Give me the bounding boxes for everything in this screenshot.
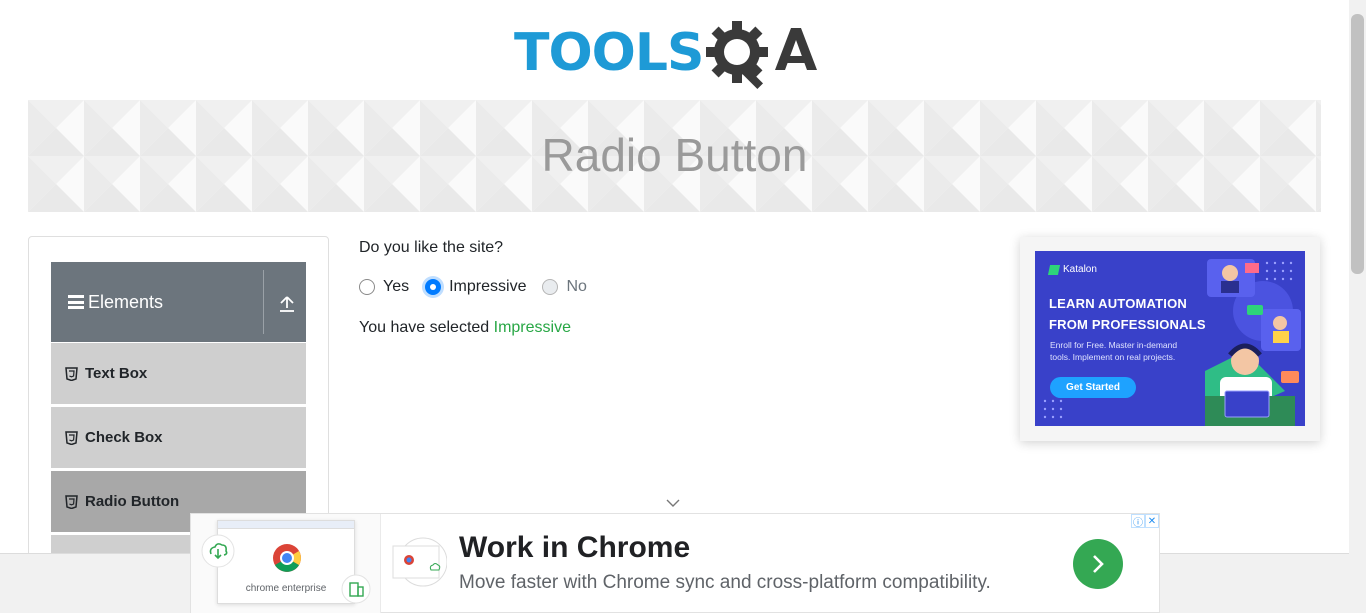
gear-magnifier-icon	[706, 21, 818, 90]
html5-icon	[65, 366, 78, 381]
sidebar-item-label: Check Box	[85, 429, 163, 446]
page-title: Radio Button	[541, 129, 808, 181]
side-advertisement[interactable]: Katalon LEARN AUTOMATION FROM PROFESSION…	[1020, 237, 1320, 441]
scrollbar-thumb[interactable]	[1351, 14, 1364, 274]
browser-mockup: chrome enterprise	[217, 520, 355, 604]
result-prefix: You have selected	[359, 319, 494, 336]
radio-no-label: No	[566, 278, 587, 295]
logo-text-tools: TOOLS	[514, 23, 704, 83]
ad-description: Move faster with Chrome sync and cross-p…	[459, 572, 991, 593]
html5-icon	[65, 494, 78, 509]
sidebar-item-label: Radio Button	[85, 493, 180, 510]
radio-impressive-input[interactable]	[425, 279, 442, 295]
question-text: Do you like the site?	[359, 239, 504, 256]
building-icon	[341, 574, 371, 604]
ad-choices[interactable]: ⓘ ✕	[1131, 514, 1159, 529]
sidebar-item-text-box[interactable]: Text Box	[51, 343, 306, 405]
sidebar-group-elements[interactable]: Elements	[51, 262, 306, 342]
ad-go-button[interactable]	[1073, 539, 1123, 589]
radio-group: Yes Impressive No	[359, 278, 603, 296]
ad-headline: LEARN AUTOMATION FROM PROFESSIONALS	[1049, 293, 1206, 335]
radio-yes[interactable]: Yes	[359, 278, 409, 296]
chrome-enterprise-caption: chrome enterprise	[245, 583, 327, 594]
page-banner: Radio Button	[28, 100, 1321, 212]
info-icon[interactable]: ⓘ	[1131, 514, 1145, 529]
divider	[263, 270, 264, 334]
sidebar-group-title: Elements	[88, 291, 164, 312]
ad-headline-line2: FROM PROFESSIONALS	[1049, 317, 1206, 332]
radio-yes-input[interactable]	[359, 279, 375, 295]
sidebar-item-check-box[interactable]: Check Box	[51, 407, 306, 469]
menu-icon	[68, 295, 84, 309]
katalon-logo: Katalon	[1047, 264, 1097, 275]
cloud-download-icon	[201, 534, 235, 568]
chrome-icon	[273, 544, 301, 572]
collapse-upload-icon[interactable]	[277, 294, 297, 314]
toolsqa-logo[interactable]: TOOLS	[514, 14, 844, 92]
bottom-advertisement[interactable]: chrome enterprise Work in Chrome Move fa…	[190, 513, 1160, 613]
html5-icon	[65, 430, 78, 445]
logo-qa-mark	[703, 14, 821, 92]
chevron-down-icon[interactable]	[666, 498, 680, 508]
ad-image[interactable]: chrome enterprise	[191, 514, 381, 613]
radio-impressive[interactable]: Impressive	[425, 278, 526, 296]
close-icon[interactable]: ✕	[1145, 514, 1159, 528]
ad-subtext: Enroll for Free. Master in-demand tools.…	[1050, 340, 1178, 362]
chevron-right-icon	[1093, 555, 1104, 573]
radio-yes-label[interactable]: Yes	[383, 278, 409, 296]
page-scrollbar[interactable]	[1349, 0, 1366, 613]
radio-no: No	[542, 278, 587, 296]
katalon-brand: Katalon	[1063, 264, 1097, 275]
katalon-k-icon	[1047, 264, 1061, 275]
radio-no-input	[542, 279, 559, 295]
ad-headline-line1: LEARN AUTOMATION	[1049, 296, 1188, 311]
get-started-button[interactable]: Get Started	[1050, 377, 1136, 398]
sidebar-item-label: Text Box	[85, 365, 148, 382]
katalon-ad-banner[interactable]: Katalon LEARN AUTOMATION FROM PROFESSION…	[1035, 251, 1305, 426]
selection-result: You have selected Impressive	[359, 319, 571, 337]
result-value: Impressive	[493, 319, 571, 336]
page: TOOLS Radio Button Elements Text Box Che…	[0, 0, 1366, 613]
ad-thumbnail-icon	[392, 537, 447, 587]
radio-impressive-label[interactable]: Impressive	[449, 278, 526, 296]
ad-title[interactable]: Work in Chrome	[459, 531, 690, 565]
